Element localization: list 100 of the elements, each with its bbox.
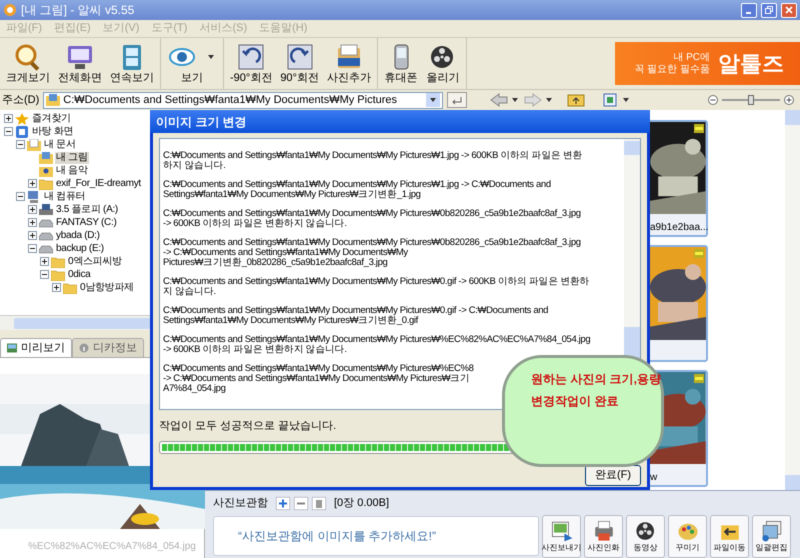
tree-item[interactable]: 바탕 화면 [31, 126, 74, 138]
slider-thumb[interactable] [748, 95, 754, 105]
log-entry: C:₩Documents and Settings₩fanta1₩My Documents₩My Pictures₩1.jpg -> 600KB 이하의 파일은 변환 하지 않습니다. [163, 151, 582, 171]
dialog-title: 이미지 크기 변경 [156, 114, 247, 130]
toolbar-button[interactable]: -90°회전 [226, 38, 276, 89]
collapse-toggle[interactable] [16, 140, 25, 149]
toolbar-button[interactable]: 전체화면 [54, 38, 106, 89]
expand-toggle[interactable] [28, 205, 37, 214]
vertical-scrollbar[interactable] [785, 110, 800, 490]
collapse-toggle[interactable] [28, 244, 37, 253]
file-type-icon [694, 374, 704, 383]
preview-filename: %EC%82%AC%EC%A7%84_054.jpg [27, 540, 197, 554]
tray-action-button[interactable]: 동영상 [626, 514, 665, 558]
forward-icon[interactable] [523, 93, 554, 107]
tree-item[interactable]: 즐겨찾기 [31, 112, 72, 124]
toolbar-button[interactable]: 연속보기 [106, 38, 158, 89]
tray-action-button[interactable]: 사진인화 [584, 514, 623, 558]
folder-picture-icon [46, 94, 60, 106]
log-entry: C:₩Documents and Settings₩fanta1₩My Documents₩My Pictures₩0.gif -> 600KB 이하의 파일은 변환하 지 않습니다. [163, 277, 590, 297]
toolbar-button[interactable]: 휴대폰 [380, 38, 422, 89]
thumbnail-caption: a9b1e2baa... [649, 221, 706, 235]
caret-icon[interactable] [205, 53, 217, 61]
toolbar-button[interactable]: 90°회전 [276, 38, 323, 89]
expand-toggle[interactable] [28, 218, 37, 227]
log-entry: C:₩Documents and Settings₩fanta1₩My Documents₩My Pictures₩%EC%8 -> C:₩Documents and Settings₩fanta1₩My Documents₩My Pictures₩크기 A7%84_054.jpg [163, 364, 474, 394]
ad-brand: 알툴즈 [718, 50, 784, 78]
toolbar-button[interactable]: 크게보기 [2, 38, 54, 89]
tree-item[interactable]: 내 음악 [55, 164, 89, 176]
log-entry: C:₩Documents and Settings₩fanta1₩My Documents₩My Pictures₩0b820286_c5a9b1e2baafc8af_3.jpg -> C:₩Documents and Settings₩fanta1₩My Documents₩My Pictures₩크기변환_0b820286_c5a9b1e2baafc8af_3.jpg [163, 238, 581, 268]
remove-icon[interactable] [294, 496, 308, 510]
rotate-left-icon [236, 42, 266, 72]
collapse-toggle[interactable] [40, 270, 49, 279]
ad-tagline: 꼭 필요한 필수품 [634, 64, 710, 76]
go-icon[interactable] [447, 92, 468, 108]
add-icon[interactable] [276, 496, 290, 510]
tree-item[interactable]: 0남항방파제 [79, 282, 135, 294]
zoom-out-icon[interactable] [708, 95, 718, 105]
computer-icon [27, 190, 41, 202]
collapse-toggle[interactable] [4, 127, 13, 136]
tray-action-button[interactable]: 꾸미기 [668, 514, 707, 558]
tree-item[interactable]: ybada (D:) [55, 230, 101, 242]
drive-icon [39, 216, 53, 228]
tray-title: 사진보관함 [213, 496, 268, 511]
folder-icon [39, 178, 53, 190]
folder-music-icon [39, 164, 53, 176]
folder-picture-icon [39, 152, 53, 164]
callout-text: 변경작업이 완료 [531, 393, 620, 410]
folder-icon [51, 256, 65, 268]
file-type-icon [694, 249, 704, 258]
folder-icon [63, 282, 77, 294]
toolbar-button[interactable]: 사진추가 [322, 38, 375, 89]
tree-item[interactable]: 0dica [67, 268, 92, 280]
tray-action-button[interactable]: 일괄편집 [752, 514, 791, 558]
toolbar-button[interactable]: 올리기 [422, 38, 464, 89]
restore-button[interactable] [761, 2, 777, 18]
app-icon [3, 3, 17, 17]
minimize-button[interactable] [741, 2, 757, 18]
zoom-in-icon[interactable] [784, 95, 794, 105]
tree-item[interactable]: 3.5 플로피 (A:) [55, 204, 119, 216]
close-button[interactable] [781, 2, 797, 18]
trash-icon[interactable] [312, 496, 326, 510]
info-icon [79, 343, 89, 353]
tree-item[interactable]: 내 문서 [43, 138, 77, 150]
thumbnail-caption: w [649, 471, 658, 485]
log-entry: C:₩Documents and Settings₩fanta1₩My Documents₩My Pictures₩0b820286_c5a9b1e2baafc8af_3.jpg -> 600KB 이하의 파일은 변환하지 않습니다. [163, 209, 581, 229]
tree-item[interactable]: 내 컴퓨터 [43, 190, 86, 202]
picture-icon [7, 343, 17, 353]
tree-item[interactable]: backup (E:) [55, 242, 105, 254]
log-entry: C:₩Documents and Settings₩fanta1₩My Documents₩My Pictures₩%EC%82%AC%EC%A7%84_054.jpg -> 600KB 이하의 파일은 변환하지 않습니다. [163, 335, 590, 355]
rotate-right-icon [284, 42, 315, 72]
log-entry: C:₩Documents and Settings₩fanta1₩My Documents₩My Pictures₩1.jpg -> C:₩Documents and Settings₩fanta1₩My Documents₩My Pictures₩크기변환_1.jpg [163, 180, 551, 200]
folder-up-icon[interactable] [567, 93, 586, 107]
tray-action-button[interactable]: 파일이동 [710, 514, 749, 558]
tab[interactable]: 디카정보 [72, 338, 144, 357]
view-mode-icon[interactable] [603, 93, 632, 107]
expand-toggle[interactable] [28, 231, 37, 240]
floppy-drive-icon [39, 204, 53, 216]
expand-toggle[interactable] [40, 257, 49, 266]
back-icon[interactable] [489, 93, 520, 107]
tab[interactable]: 미리보기 [0, 338, 72, 357]
expand-toggle[interactable] [52, 283, 61, 292]
drive-icon [39, 230, 53, 242]
tree-item[interactable]: 0엑스피씨방 [67, 256, 123, 268]
expand-toggle[interactable] [4, 114, 13, 123]
photo-send-icon [550, 519, 574, 543]
zoom-slider[interactable] [722, 95, 780, 105]
window-title: [내 그림] - 알씨 v5.55 [21, 2, 134, 19]
restore-icon [765, 6, 773, 14]
collapse-toggle[interactable] [16, 192, 25, 201]
folder-icon [51, 268, 65, 280]
tray-action-button[interactable]: 사진보내기 [542, 514, 581, 558]
tree-item[interactable]: FANTASY (C:) [55, 216, 118, 228]
address-field[interactable]: C:₩Documents and Settings₩fanta1₩My Documents₩My Pictures [43, 92, 444, 108]
tree-item[interactable]: 내 그림 [55, 152, 89, 164]
toolbar-button[interactable]: 보기 [163, 38, 221, 89]
log-entry: C:₩Documents and Settings₩fanta1₩My Documents₩My Pictures₩0.gif -> C:₩Documents and Settings₩fanta1₩My Documents₩My Pictures₩크기변환_0.gif [163, 306, 548, 326]
tree-item[interactable]: exif_For_IE-dreamyt [55, 178, 142, 190]
status-text: 작업이 모두 성공적으로 끝났습니다. [159, 419, 338, 434]
dropdown-icon[interactable] [426, 93, 440, 107]
expand-toggle[interactable] [28, 179, 37, 188]
